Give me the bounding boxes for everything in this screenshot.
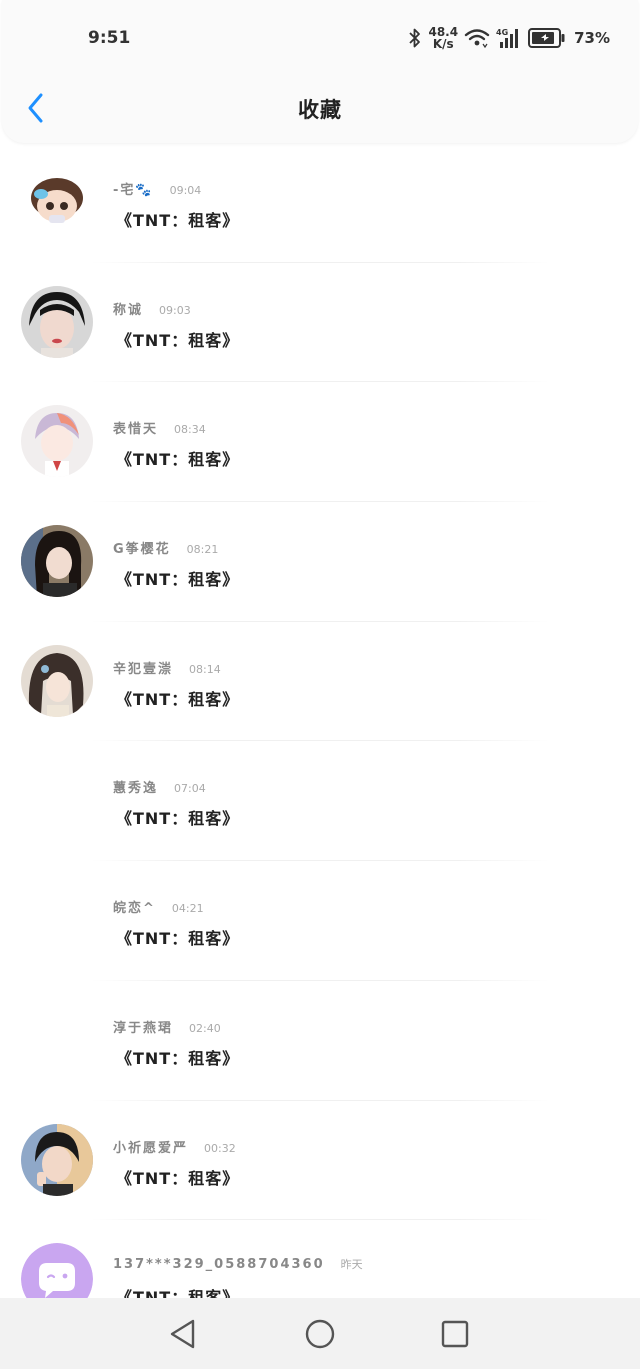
avatar[interactable] (21, 285, 93, 358)
item-message: 《TNT：租客》 (116, 1048, 240, 1068)
item-message: 《TNT：租客》 (116, 809, 240, 829)
item-time: 07:04 (174, 782, 206, 796)
wifi-icon (464, 27, 490, 49)
item-time: 昨天 (340, 1258, 363, 1272)
item-meta: 小祈愿爱严 00:32 (113, 1137, 236, 1156)
item-name: -宅🐾 (113, 183, 154, 198)
item-name: G筝樱花 (113, 542, 171, 558)
item-time: 08:14 (189, 662, 221, 676)
nav-recents-button[interactable] (437, 1316, 473, 1352)
avatar[interactable] (21, 525, 93, 598)
item-meta: 辛犯壹漴 08:14 (113, 658, 221, 677)
list-item[interactable]: 皖恋^ 04:21 《TNT：租客》 (0, 861, 640, 981)
item-name: 皖恋^ (113, 901, 156, 917)
cell-signal-icon: 4G (496, 26, 522, 50)
item-meta: 称诚 09:03 (113, 299, 191, 318)
item-meta: 表惜天 08:34 (113, 418, 206, 437)
list-item[interactable]: 小祈愿爱严 00:32 《TNT：租客》 (0, 1101, 640, 1221)
item-name: 137***329_0588704360 (113, 1257, 325, 1273)
nav-home-button[interactable] (302, 1316, 338, 1352)
item-name: 称诚 (113, 302, 144, 318)
bluetooth-icon (408, 27, 422, 49)
item-meta: -宅🐾 09:04 (113, 179, 201, 198)
nav-back-button[interactable] (165, 1316, 201, 1352)
item-message: 《TNT：租客》 (116, 450, 240, 470)
avatar[interactable] (21, 1123, 93, 1196)
net-speed-unit: K/s (432, 37, 454, 51)
item-name: 表惜天 (113, 422, 159, 438)
list-item[interactable]: 称诚 09:03 《TNT：租客》 (0, 263, 640, 383)
status-bar: 9:51 48.4 K/s 4G 73% (0, 0, 640, 76)
item-time: 00:32 (204, 1141, 236, 1155)
item-time: 09:04 (169, 184, 202, 197)
favorites-list: -宅🐾 09:04 《TNT：租客》 称诚 09:03 《TNT：租客》 表惜天… (0, 143, 640, 1340)
item-message: 《TNT：租客》 (116, 330, 240, 350)
square-recents-icon (441, 1320, 469, 1348)
status-time: 9:51 (88, 28, 131, 48)
item-time: 02:40 (189, 1021, 221, 1035)
item-message: 《TNT：租客》 (116, 570, 240, 590)
network-type-label: 4G (496, 28, 508, 37)
item-meta: 蕙秀逸 07:04 (113, 777, 206, 796)
avatar[interactable] (21, 764, 93, 836)
item-message: 《TNT：租客》 (116, 929, 240, 949)
net-speed: 48.4 K/s (428, 26, 458, 50)
item-meta: 137***329_0588704360 昨天 (113, 1256, 363, 1272)
avatar[interactable] (21, 405, 93, 478)
avatar[interactable] (21, 644, 93, 717)
battery-icon (528, 27, 566, 49)
item-message: 《TNT：租客》 (116, 211, 240, 230)
avatar[interactable] (21, 166, 93, 238)
item-time: 04:21 (171, 902, 204, 916)
status-icons: 48.4 K/s 4G 73% (408, 22, 610, 54)
battery-percent: 73% (574, 29, 610, 47)
list-item[interactable]: 辛犯壹漴 08:14 《TNT：租客》 (0, 622, 640, 742)
item-meta: 淳于燕珺 02:40 (113, 1017, 221, 1036)
item-meta: G筝樱花 08:21 (113, 538, 218, 557)
list-item[interactable]: -宅🐾 09:04 《TNT：租客》 (0, 143, 640, 263)
list-item[interactable]: G筝樱花 08:21 《TNT：租客》 (0, 502, 640, 622)
header: 收藏 (0, 76, 640, 142)
list-item[interactable]: 淳于燕珺 02:40 《TNT：租客》 (0, 981, 640, 1101)
item-name: 淳于燕珺 (113, 1020, 174, 1036)
item-time: 08:34 (174, 423, 206, 437)
item-time: 08:21 (186, 543, 219, 557)
circle-home-icon (305, 1319, 335, 1349)
item-message: 《TNT：租客》 (116, 689, 240, 709)
item-name: 小祈愿爱严 (113, 1140, 189, 1156)
avatar[interactable] (21, 884, 93, 956)
item-meta: 皖恋^ 04:21 (113, 897, 204, 916)
item-name: 辛犯壹漴 (113, 661, 174, 677)
system-nav-bar (0, 1298, 640, 1369)
triangle-back-icon (170, 1319, 195, 1349)
avatar[interactable] (21, 1004, 93, 1076)
item-message: 《TNT：租客》 (116, 1168, 240, 1188)
page-title: 收藏 (298, 98, 342, 122)
item-name: 蕙秀逸 (113, 781, 159, 797)
list-item[interactable]: 蕙秀逸 07:04 《TNT：租客》 (0, 741, 640, 862)
item-time: 09:03 (159, 303, 191, 317)
list-item[interactable]: 表惜天 08:34 《TNT：租客》 (0, 382, 640, 503)
